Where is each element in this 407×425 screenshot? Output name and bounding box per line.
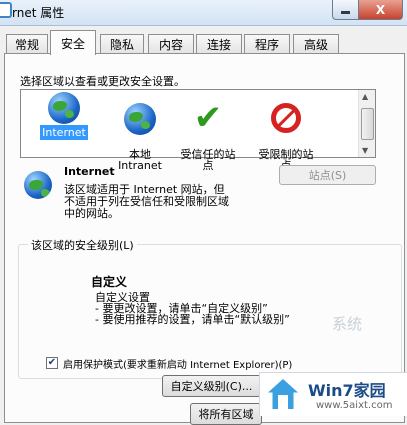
tab-advanced[interactable]: 高级 bbox=[293, 34, 339, 54]
custom-level-button[interactable]: 自定义级别(C)... bbox=[162, 375, 261, 397]
zone-trusted-sites[interactable]: ✔ 受信任的站 点 bbox=[171, 92, 245, 171]
watermark-url: www.5aixt.com bbox=[316, 400, 393, 411]
watermark-brand: Win7家园 bbox=[308, 381, 386, 400]
zone-restricted-sites[interactable]: 受限制的站 点 bbox=[249, 92, 323, 171]
scroll-down-icon[interactable]: ▼ bbox=[362, 146, 368, 155]
zone-label: 受信任的站 点 bbox=[180, 148, 236, 172]
zone-list-scrollbar[interactable]: ▲ ▼ bbox=[358, 90, 375, 157]
intranet-globe-icon bbox=[124, 103, 156, 135]
watermark-faded-text: 系统 bbox=[332, 315, 363, 333]
sites-button[interactable]: 站点(S) bbox=[279, 165, 376, 185]
green-check-icon: ✔ bbox=[193, 98, 223, 138]
scrollbar-thumb[interactable] bbox=[361, 108, 374, 140]
security-level-line-3: - 要使用推荐的设置，请单击“默认级别” bbox=[95, 313, 290, 326]
watermark-badge: Win7家园 www.5aixt.com bbox=[259, 372, 407, 416]
tab-general[interactable]: 常规 bbox=[6, 34, 48, 54]
zone-description-line-3: 中的网站。 bbox=[64, 207, 119, 220]
zone-label: Internet bbox=[40, 125, 88, 140]
ie-app-icon bbox=[0, 2, 12, 18]
scroll-up-icon[interactable]: ▲ bbox=[362, 92, 368, 101]
protected-mode-label[interactable]: 启用保护模式(要求重新启动 Internet Explorer)(P) bbox=[63, 356, 292, 371]
zone-info-title: Internet bbox=[64, 165, 115, 178]
zone-label: 本地 Intranet bbox=[118, 148, 162, 172]
tab-content[interactable]: 内容 bbox=[148, 34, 194, 54]
title-bar: rnet 属性 X bbox=[0, 0, 407, 26]
zone-instruction: 选择区域以查看或更改安全设置。 bbox=[20, 75, 185, 88]
tab-security[interactable]: 安全 bbox=[50, 30, 96, 55]
tab-privacy[interactable]: 隐私 bbox=[100, 34, 144, 54]
house-logo-icon bbox=[268, 379, 298, 409]
internet-globe-icon bbox=[48, 92, 80, 124]
security-level-group-title: 该区域的安全级别(L) bbox=[28, 237, 137, 253]
security-level-name: 自定义 bbox=[91, 275, 128, 289]
tab-programs[interactable]: 程序 bbox=[244, 34, 290, 54]
minimize-icon bbox=[341, 11, 350, 14]
no-entry-icon bbox=[270, 103, 302, 135]
close-button[interactable]: X bbox=[358, 0, 403, 20]
close-icon: X bbox=[375, 2, 386, 17]
zone-internet[interactable]: Internet bbox=[27, 92, 101, 140]
window-title: rnet 属性 bbox=[12, 6, 65, 20]
tab-connections[interactable]: 连接 bbox=[196, 34, 242, 54]
minimize-button[interactable] bbox=[332, 0, 358, 20]
tab-strip: 常规 安全 隐私 内容 连接 程序 高级 bbox=[0, 30, 407, 55]
protected-mode-checkbox[interactable]: ✔ bbox=[46, 357, 58, 369]
zone-list: Internet 本地 Intranet ✔ 受信任的站 点 受限制的站 点 bbox=[20, 89, 376, 171]
reset-all-zones-button[interactable]: 将所有区域 bbox=[190, 403, 262, 425]
selected-zone-globe-icon bbox=[24, 171, 52, 199]
zone-local-intranet[interactable]: 本地 Intranet bbox=[103, 92, 177, 171]
